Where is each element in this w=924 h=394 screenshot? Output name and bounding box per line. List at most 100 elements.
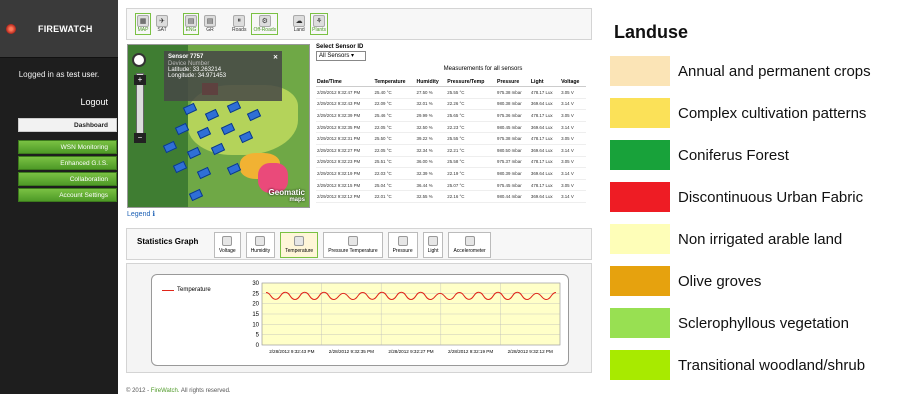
temperature-chart: 0 5 10 15 20 25 30 2/28/2012 9:32:43 PM 2/28/201… xyxy=(252,281,561,354)
table-cell: 2/29/2012 9:32:43 PM xyxy=(316,98,374,111)
table-cell: 980.39 mbar xyxy=(496,167,530,180)
table-cell: 22.26 °C xyxy=(446,98,496,111)
table-row: 2/29/2012 9:32:23 PM 25.51 °C 36.00 % 25.58… xyxy=(316,156,586,169)
lang-gr-label: GR xyxy=(206,27,214,33)
sidebar: FIREWATCH Logged in as test user. Logout… xyxy=(0,0,118,394)
table-cell: 3.05 V xyxy=(560,109,586,122)
sensor-marker-icon[interactable] xyxy=(188,188,204,202)
table-cell: 25.51 °C xyxy=(373,156,416,169)
table-cell: 22.05 °C xyxy=(373,121,416,134)
map-watermark: Geomatic maps xyxy=(268,188,305,203)
sidebar-item-collaboration[interactable]: Collaboration xyxy=(18,172,117,186)
roads-label: Roads xyxy=(232,27,247,33)
table-cell: 980.38 mbar xyxy=(496,98,530,111)
lang-eng-label: ENG xyxy=(185,27,197,33)
landuse-label: Transitional woodland/shrub xyxy=(678,356,866,374)
table-cell: 369.64 Lux xyxy=(529,167,561,180)
off-roads-button[interactable]: ⚙ Off-Roads xyxy=(251,13,279,35)
table-row: 2/29/2012 9:32:27 PM 22.05 °C 32.34 % 22.21… xyxy=(316,144,586,157)
lang-eng-button[interactable]: ▤ ENG xyxy=(183,13,199,35)
table-header-light: Light xyxy=(529,78,561,87)
table-cell: 36.44 % xyxy=(415,179,447,192)
landuse-swatch xyxy=(610,224,670,254)
table-cell: 2/29/2012 9:32:12 PM xyxy=(316,190,374,203)
table-cell: 3.14 V xyxy=(560,98,586,111)
table-row: 2/29/2012 9:32:15 PM 25.04 °C 36.44 % 25.07… xyxy=(316,179,586,192)
stat-button-pressure-temperature[interactable]: Pressure Temperature xyxy=(323,232,383,258)
table-row: 2/29/2012 9:32:19 PM 22.03 °C 32.39 % 22.19… xyxy=(316,167,586,180)
table-cell: 975.38 mbar xyxy=(496,132,530,145)
table-cell: 980.44 mbar xyxy=(496,190,530,203)
table-cell: 369.64 Lux xyxy=(529,121,561,134)
table-cell: 369.64 Lux xyxy=(529,98,561,111)
land-button[interactable]: ☁ Land xyxy=(292,14,306,34)
y-tick-label: 20 xyxy=(252,302,259,308)
measurements-title: Measurements for all sensors xyxy=(443,66,523,72)
measurements-table: Date/Time Temperature Humidity Pressure/Tem… xyxy=(316,78,586,203)
sensor-marker-icon[interactable] xyxy=(186,146,202,160)
brand-header: FIREWATCH xyxy=(0,0,118,58)
stat-button-label: Humidity xyxy=(250,248,271,254)
logout-link[interactable]: Logout xyxy=(0,97,118,107)
stat-button-voltage[interactable]: Voltage xyxy=(214,232,241,258)
sidebar-item-dashboard[interactable]: Dashboard xyxy=(18,118,117,132)
x-tick-label: 2/28/2012 9:32:12 PM xyxy=(508,349,553,354)
sensor-popup: Sensor 7757 ✕ Device Number Latitude: 33.… xyxy=(164,51,282,101)
table-cell: 22.16 °C xyxy=(446,190,496,203)
stat-button-humidity[interactable]: Humidity xyxy=(245,232,276,258)
pressure-temperature-icon xyxy=(347,236,358,246)
landuse-item: Complex cultivation patterns xyxy=(610,98,924,128)
popup-title: Sensor 7757 xyxy=(168,54,204,60)
footer-suffix: All rights reserved. xyxy=(180,388,231,394)
landuse-swatch xyxy=(610,56,670,86)
footer-prefix: © 2012 - xyxy=(126,388,150,394)
sensor-select-box: Select Sensor ID All Sensors ▾ xyxy=(316,44,366,61)
lang-gr-button[interactable]: ▤ GR xyxy=(203,14,217,34)
legend-link[interactable]: Legend ℹ xyxy=(127,210,155,218)
sensor-marker-icon[interactable] xyxy=(196,166,212,180)
table-cell: 25.55 °C xyxy=(446,132,496,145)
table-row: 2/29/2012 9:32:39 PM 25.46 °C 29.99 % 25.65… xyxy=(316,109,586,122)
y-tick-label: 30 xyxy=(252,281,259,287)
pan-control-icon[interactable] xyxy=(132,53,146,67)
stat-button-label: Temperature xyxy=(285,248,314,254)
sidebar-item-wsn-monitoring[interactable]: WSN Monitoring xyxy=(18,140,117,154)
x-tick-label: 2/28/2012 9:32:27 PM xyxy=(388,349,433,354)
sensor-marker-icon[interactable] xyxy=(226,162,242,176)
landuse-item: Discontinuous Urban Fabric xyxy=(610,182,924,212)
plants-button[interactable]: ⚘ Plants xyxy=(310,13,329,35)
y-tick-label: 10 xyxy=(252,322,259,328)
stat-button-pressure[interactable]: Pressure xyxy=(387,232,418,258)
map-toolbar: ▦ MAP ✈ SAT ▤ ENG ▤ GR ⏸ Roads ⚙ Off-Roads ☁ La… xyxy=(126,8,592,40)
roads-button[interactable]: ⏸ Roads xyxy=(231,14,247,34)
satellite-icon: ✈ xyxy=(156,15,168,27)
sensor-map[interactable]: + − Sensor 7757 ✕ Device Number Latitude:… xyxy=(127,44,310,208)
stat-button-accelerometer[interactable]: Accelerometer xyxy=(448,232,491,258)
table-cell: 478.17 Lux xyxy=(529,179,561,192)
table-cell: 975.45 mbar xyxy=(496,179,530,192)
sidebar-item-enhanced-gis[interactable]: Enhanced G.I.S. xyxy=(18,156,117,170)
table-cell: 25.58 °C xyxy=(446,156,496,169)
table-cell: 22.19 °C xyxy=(446,167,496,180)
sat-view-button[interactable]: ✈ SAT xyxy=(155,14,169,34)
table-cell: 2/29/2012 9:32:15 PM xyxy=(316,179,374,192)
zoom-out-button[interactable]: − xyxy=(134,133,146,143)
stat-button-temperature[interactable]: Temperature xyxy=(280,232,319,258)
stat-button-label: Voltage xyxy=(219,248,236,254)
table-cell: 32.34 % xyxy=(415,144,447,157)
map-view-button[interactable]: ▦ MAP xyxy=(135,13,151,35)
x-tick-label: 2/28/2012 9:32:35 PM xyxy=(329,349,374,354)
zoom-in-button[interactable]: + xyxy=(134,75,146,85)
table-cell: 2/29/2012 9:32:23 PM xyxy=(316,156,374,169)
table-cell: 980.45 mbar xyxy=(496,121,530,134)
sensor-select[interactable]: All Sensors ▾ xyxy=(316,51,366,61)
table-cell: 3.14 V xyxy=(560,190,586,203)
land-icon: ☁ xyxy=(293,15,306,27)
table-cell: 25.55 °C xyxy=(446,86,496,99)
plants-label: Plants xyxy=(312,27,327,33)
landuse-item: Annual and permanent crops xyxy=(610,56,924,86)
footer-link[interactable]: FireWatch. xyxy=(151,388,180,394)
sidebar-item-account-settings[interactable]: Account Settings xyxy=(18,188,117,202)
close-icon[interactable]: ✕ xyxy=(273,54,278,61)
stat-button-light[interactable]: Light xyxy=(422,232,444,258)
